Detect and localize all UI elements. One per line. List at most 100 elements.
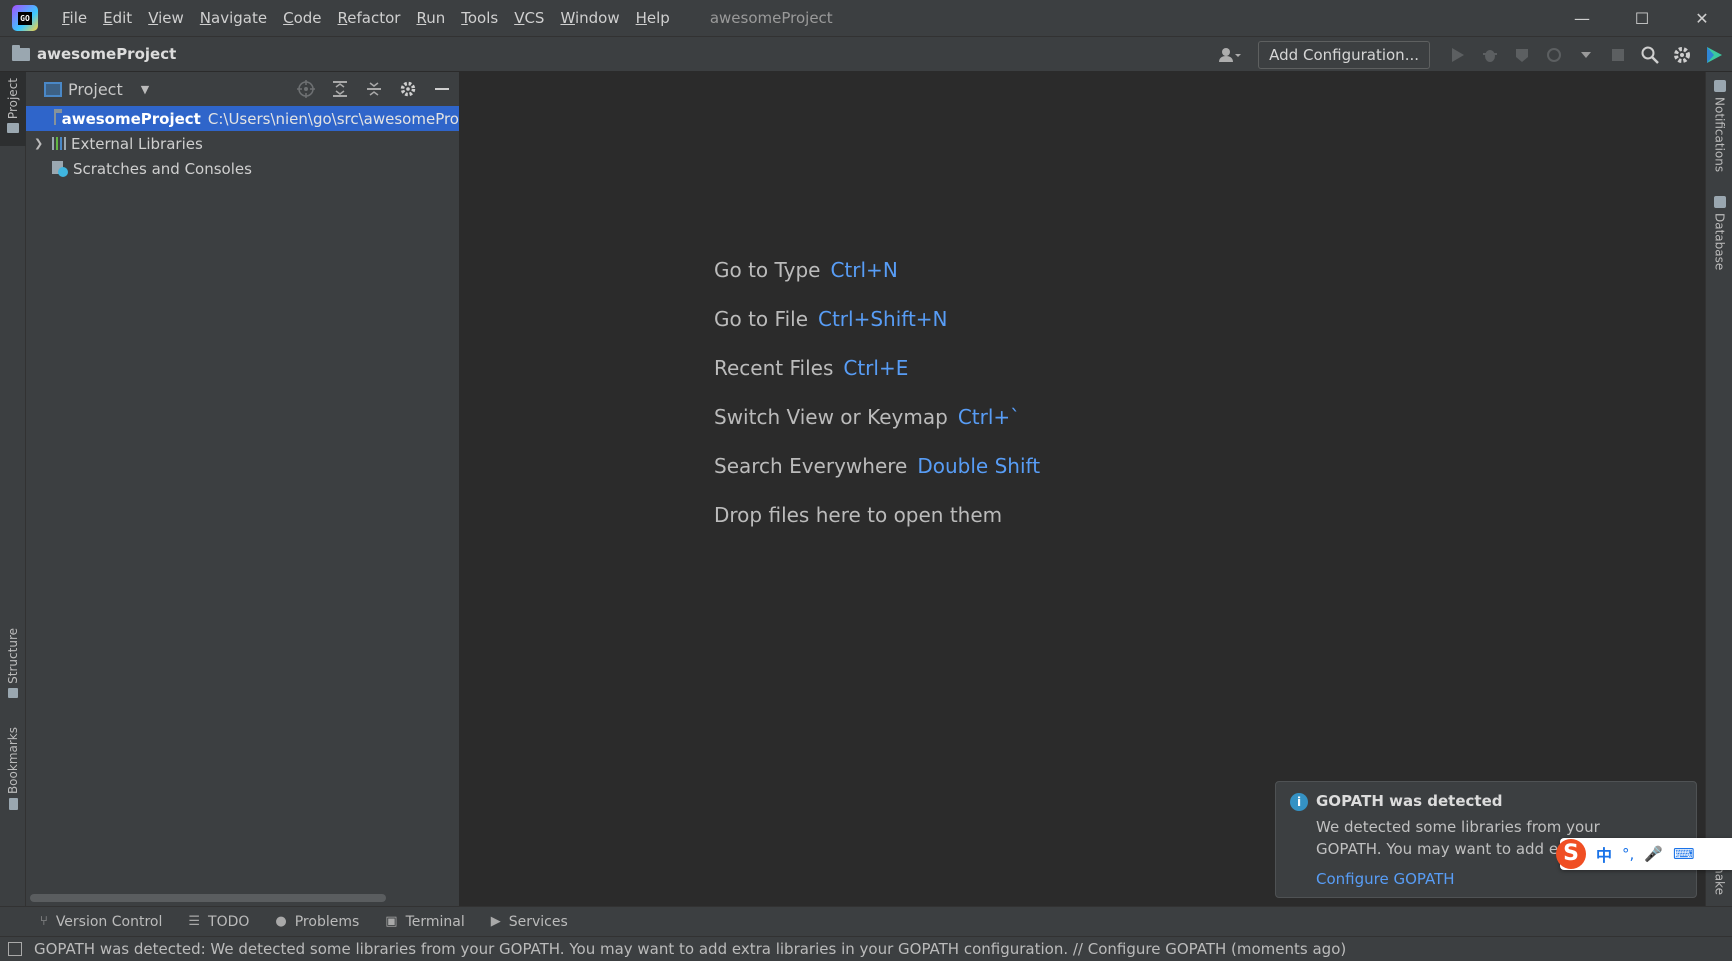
right-tool-stripe: Notifications Database make	[1705, 72, 1732, 906]
title-bar: GO File Edit View Navigate Code Refactor…	[0, 0, 1732, 36]
chevron-down-icon[interactable]	[1574, 43, 1598, 67]
close-button[interactable]: ✕	[1672, 0, 1732, 36]
ime-language-toggle[interactable]: 中	[1596, 842, 1612, 866]
terminal-icon: ▣	[385, 914, 398, 929]
configure-gopath-link[interactable]: Configure GOPATH	[1316, 870, 1455, 888]
gear-icon[interactable]	[397, 78, 419, 100]
keyboard-icon[interactable]: ⌨	[1673, 845, 1695, 863]
left-tool-stripe: Project Structure Bookmarks	[0, 72, 26, 906]
structure-icon	[8, 687, 18, 698]
folder-icon	[54, 109, 61, 125]
status-bar: GOPATH was detected: We detected some li…	[0, 936, 1732, 961]
locate-icon[interactable]	[295, 78, 317, 100]
warning-icon: ●	[275, 914, 287, 929]
stop-icon[interactable]	[1606, 43, 1630, 67]
tree-row-scratches[interactable]: Scratches and Consoles	[26, 156, 459, 181]
project-panel: Project ▼ awesomeProject C:\Users\nien\g…	[26, 72, 460, 906]
hint-switch-view: Switch View or Keymap Ctrl+`	[714, 405, 1021, 429]
menu-view[interactable]: View	[140, 0, 192, 36]
library-icon	[52, 137, 66, 150]
menu-vcs[interactable]: VCS	[506, 0, 552, 36]
bell-icon	[1713, 80, 1726, 92]
tab-notifications[interactable]: Notifications	[1706, 80, 1732, 172]
folder-icon	[12, 44, 30, 61]
maximize-button[interactable]: ☐	[1612, 0, 1672, 36]
branch-icon: ⑂	[40, 914, 48, 929]
tab-services[interactable]: ▶ Services	[491, 914, 568, 930]
ime-punctuation-toggle[interactable]: °,	[1622, 845, 1634, 863]
microphone-icon[interactable]: 🎤	[1644, 845, 1663, 863]
tab-version-control-label: Version Control	[55, 913, 163, 930]
scratches-icon	[52, 160, 68, 177]
bottom-tool-bar: ⑂ Version Control ☰ TODO ● Problems ▣ Te…	[0, 906, 1732, 936]
tab-project-label: Project	[6, 78, 20, 120]
breadcrumb-project[interactable]: awesomeProject	[37, 45, 176, 63]
menu-refactor[interactable]: Refactor	[330, 0, 409, 36]
tab-database-label: Database	[1712, 213, 1727, 271]
sogou-logo-icon[interactable]: S	[1556, 839, 1586, 869]
minimize-button[interactable]: —	[1552, 0, 1612, 36]
project-view-selector[interactable]: Project	[68, 80, 123, 99]
main-menu: File Edit View Navigate Code Refactor Ru…	[54, 0, 678, 36]
hint-go-to-file: Go to File Ctrl+Shift+N	[714, 307, 948, 331]
tab-bookmarks[interactable]: Bookmarks	[0, 727, 26, 817]
add-configuration-button[interactable]: Add Configuration...	[1258, 41, 1430, 69]
project-panel-header: Project ▼	[26, 72, 459, 106]
expand-all-icon[interactable]	[329, 78, 351, 100]
folder-icon	[7, 123, 19, 134]
coverage-icon[interactable]	[1510, 43, 1534, 67]
tree-item-name: awesomeProject	[61, 109, 201, 128]
menu-window[interactable]: Window	[552, 0, 627, 36]
run-toolbar: Add Configuration...	[1218, 37, 1726, 73]
hint-search-everywhere: Search Everywhere Double Shift	[714, 454, 1041, 478]
hint-drop-files: Drop files here to open them	[714, 503, 1003, 527]
user-icon[interactable]	[1218, 43, 1242, 67]
hide-panel-icon[interactable]	[431, 78, 453, 100]
chevron-down-icon[interactable]: ▼	[141, 83, 149, 96]
debug-icon[interactable]	[1478, 43, 1502, 67]
tab-terminal[interactable]: ▣ Terminal	[385, 914, 464, 930]
menu-help[interactable]: Help	[628, 0, 678, 36]
menu-tools[interactable]: Tools	[453, 0, 506, 36]
tab-version-control[interactable]: ⑂ Version Control	[40, 914, 162, 930]
chevron-right-icon[interactable]: ❯	[34, 137, 48, 150]
tab-services-label: Services	[508, 913, 568, 930]
project-tree: awesomeProject C:\Users\nien\go\src\awes…	[26, 106, 459, 181]
menu-code[interactable]: Code	[275, 0, 329, 36]
tab-problems-label: Problems	[294, 913, 360, 930]
list-icon: ☰	[188, 914, 201, 929]
plugin-icon[interactable]	[1702, 43, 1726, 67]
tab-project[interactable]: Project	[0, 72, 26, 146]
run-icon[interactable]	[1446, 43, 1470, 67]
database-icon	[1713, 196, 1726, 208]
tab-terminal-label: Terminal	[405, 913, 465, 930]
tab-database[interactable]: Database	[1706, 196, 1732, 270]
toggle-tool-windows-icon[interactable]	[8, 942, 22, 956]
tree-item-path: C:\Users\nien\go\src\awesomePro	[207, 109, 459, 128]
info-icon: i	[1290, 793, 1308, 811]
tab-problems[interactable]: ● Problems	[275, 914, 359, 930]
profile-icon[interactable]	[1542, 43, 1566, 67]
notification-title: GOPATH was detected	[1316, 792, 1503, 810]
collapse-all-icon[interactable]	[363, 78, 385, 100]
tree-item-name: Scratches and Consoles	[73, 159, 252, 178]
menu-file[interactable]: File	[54, 0, 95, 36]
horizontal-scrollbar[interactable]	[30, 894, 386, 902]
bookmark-icon	[8, 798, 18, 811]
tree-row-project[interactable]: awesomeProject C:\Users\nien\go\src\awes…	[26, 106, 459, 131]
tab-todo[interactable]: ☰ TODO	[188, 914, 249, 930]
tab-structure[interactable]: Structure	[0, 628, 26, 708]
search-icon[interactable]	[1638, 43, 1662, 67]
tab-structure-label: Structure	[6, 628, 20, 684]
settings-icon[interactable]	[1670, 43, 1694, 67]
window-title: awesomeProject	[709, 9, 833, 27]
tree-row-external-libraries[interactable]: ❯ External Libraries	[26, 131, 459, 156]
project-view-icon	[44, 81, 62, 97]
status-message[interactable]: GOPATH was detected: We detected some li…	[34, 940, 1346, 958]
services-icon: ▶	[490, 914, 501, 929]
tab-notifications-label: Notifications	[1712, 97, 1727, 173]
menu-run[interactable]: Run	[408, 0, 453, 36]
ime-toolbar: S 中 °, 🎤 ⌨	[1556, 838, 1732, 870]
menu-edit[interactable]: Edit	[95, 0, 140, 36]
menu-navigate[interactable]: Navigate	[192, 0, 275, 36]
